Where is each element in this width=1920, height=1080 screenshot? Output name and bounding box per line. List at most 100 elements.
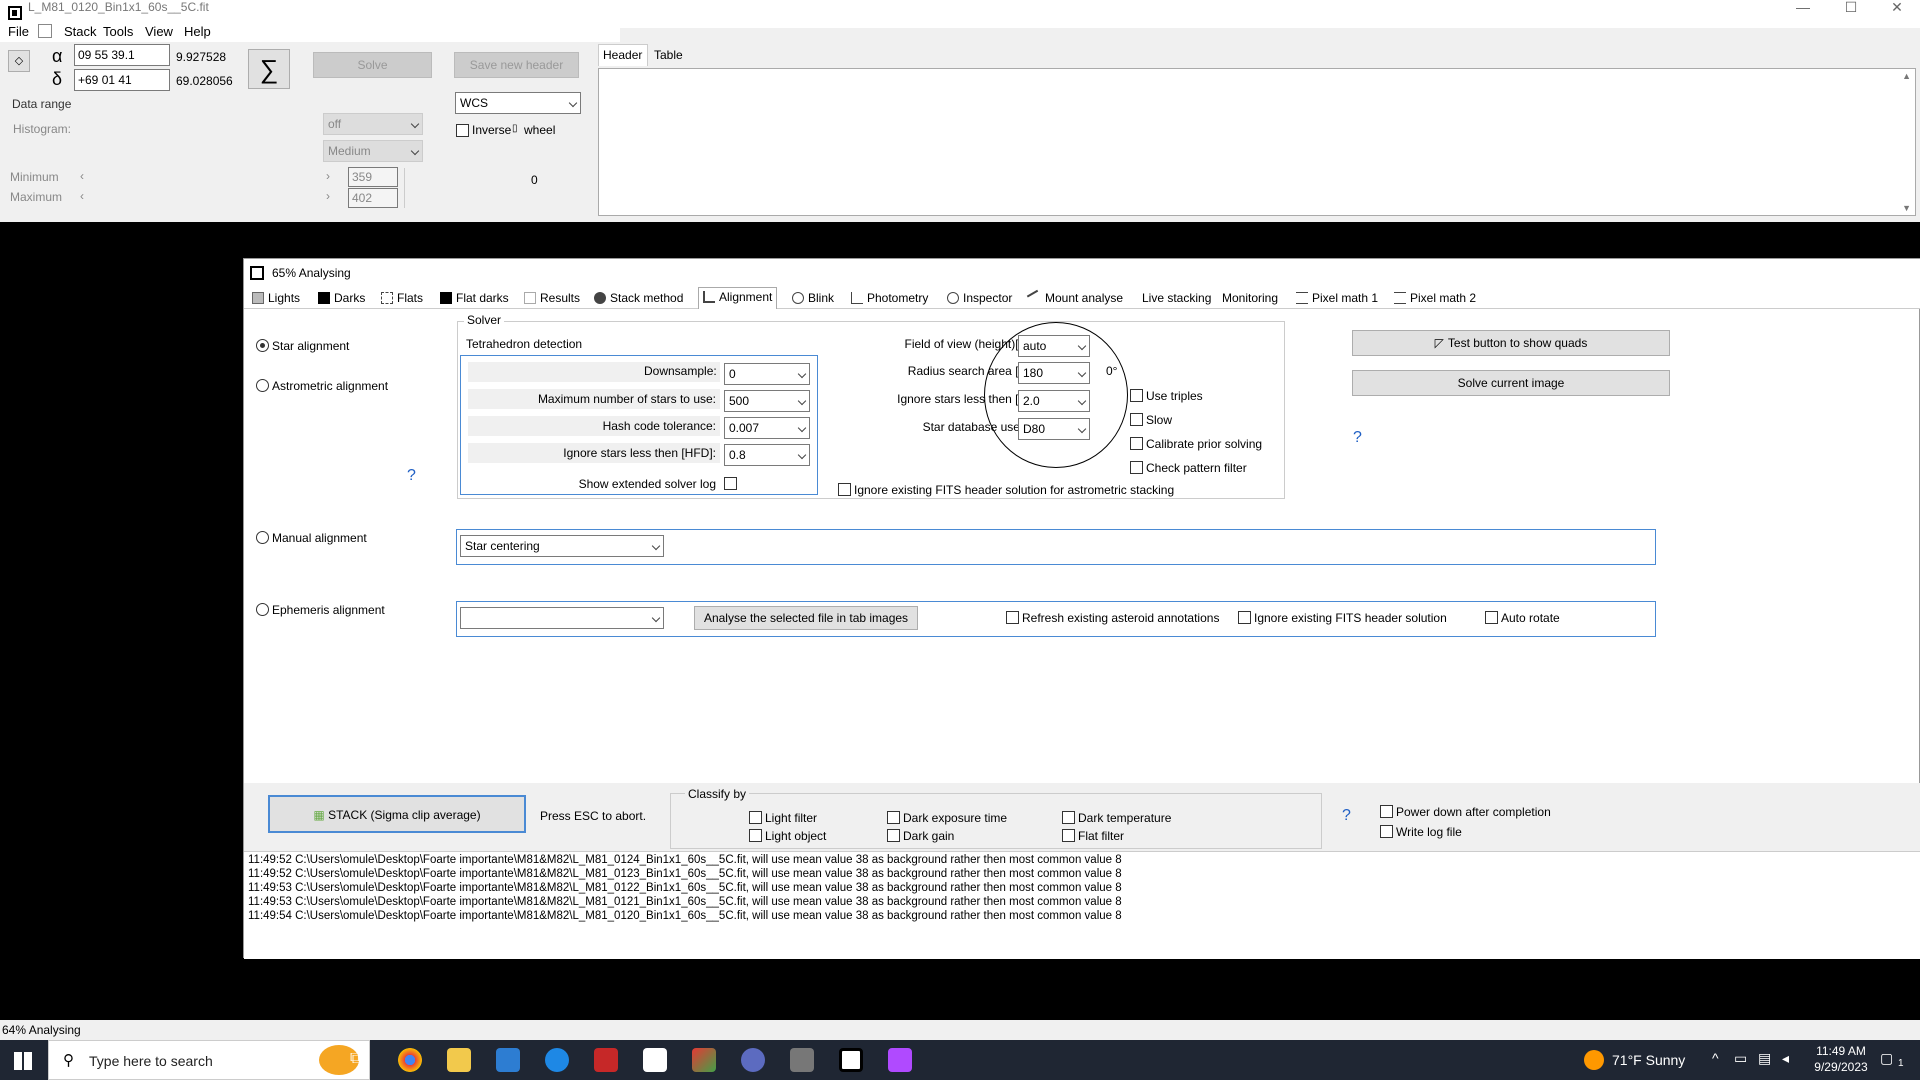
tab-inspector[interactable]: Inspector [947, 289, 1012, 309]
settings-app-icon[interactable] [790, 1048, 814, 1072]
menu-stack[interactable]: Stack [64, 24, 97, 39]
quality-select[interactable]: Medium [323, 140, 423, 162]
delta-input[interactable] [74, 69, 170, 91]
refresh-annotations-checkbox[interactable] [1006, 611, 1019, 624]
header-textarea[interactable]: ▲ ▼ [598, 68, 1916, 216]
chrome-icon[interactable] [398, 1048, 422, 1072]
dark-gain-checkbox[interactable] [887, 829, 900, 842]
light-filter-checkbox[interactable] [749, 811, 762, 824]
analyse-button[interactable]: Analyse the selected file in tab images [694, 606, 918, 630]
min-value[interactable]: 359 [348, 167, 398, 187]
alignment-help-icon[interactable]: ? [407, 467, 416, 485]
ephemeris-alignment-radio[interactable] [256, 603, 269, 616]
wps-icon[interactable] [888, 1048, 912, 1072]
astap-icon[interactable] [839, 1048, 863, 1072]
max-stars-select[interactable]: 500 [724, 390, 810, 412]
close-icon[interactable]: ✕ [1874, 0, 1920, 14]
use-triples-checkbox[interactable] [1130, 389, 1143, 402]
tab-mount-analyse[interactable]: Mount analyse [1026, 289, 1123, 309]
light-object-checkbox[interactable] [749, 829, 762, 842]
tab-blink[interactable]: Blink [792, 289, 834, 309]
clock-date[interactable]: 9/29/2023 [1806, 1060, 1876, 1074]
ignore-fits-checkbox[interactable] [838, 483, 851, 496]
dark-exposure-checkbox[interactable] [887, 811, 900, 824]
tab-darks[interactable]: Darks [318, 289, 365, 309]
tab-photometry[interactable]: Photometry [851, 289, 928, 309]
app-blue-icon[interactable] [545, 1048, 569, 1072]
tab-alignment[interactable]: Alignment [698, 287, 778, 309]
asi-icon[interactable] [594, 1048, 618, 1072]
tab-pixel-math-1[interactable]: Pixel math 1 [1296, 289, 1378, 309]
star-alignment-radio[interactable] [256, 339, 269, 352]
inverse-wheel-checkbox[interactable] [456, 124, 469, 137]
windows-start-icon[interactable] [14, 1052, 32, 1070]
test-quads-button[interactable]: ◸ Test button to show quads [1352, 330, 1670, 356]
save-header-button[interactable]: Save new header [454, 52, 579, 78]
check-pattern-checkbox[interactable] [1130, 461, 1143, 474]
ignore-hfd-select[interactable]: 0.8 [724, 444, 810, 466]
classify-help-icon[interactable]: ? [1342, 807, 1351, 825]
tab-header[interactable]: Header [598, 44, 648, 66]
astrometric-alignment-radio[interactable] [256, 379, 269, 392]
menu-file[interactable]: File [8, 24, 29, 39]
tab-table[interactable]: Table [650, 46, 690, 66]
notepad-icon[interactable] [643, 1048, 667, 1072]
ephem-ignore-fits-checkbox[interactable] [1238, 611, 1251, 624]
tray-chevron-icon[interactable]: ^ [1712, 1050, 1719, 1066]
scroll-down-icon[interactable]: ▼ [1902, 203, 1911, 213]
slow-checkbox[interactable] [1130, 413, 1143, 426]
maximize-icon[interactable]: ☐ [1828, 0, 1874, 14]
app-color-icon[interactable] [692, 1048, 716, 1072]
volume-icon[interactable]: ◂ [1782, 1050, 1789, 1067]
ephemeris-select[interactable] [460, 607, 664, 629]
flip-icon[interactable]: ◇ [8, 50, 30, 72]
min-slider-right-icon[interactable]: › [326, 169, 330, 183]
solve-current-button[interactable]: Solve current image [1352, 370, 1670, 396]
manual-mode-select[interactable]: Star centering [460, 535, 664, 557]
dark-temp-checkbox[interactable] [1062, 811, 1075, 824]
tab-pixel-math-2[interactable]: Pixel math 2 [1394, 289, 1476, 309]
power-down-checkbox[interactable] [1380, 805, 1393, 818]
stellarium-icon[interactable] [741, 1048, 765, 1072]
log-area[interactable]: 11:49:52 C:\Users\omule\Desktop\Foarte i… [244, 851, 1920, 959]
stack-button[interactable]: ▦ STACK (Sigma clip average) [268, 795, 526, 833]
menu-view[interactable]: View [145, 24, 173, 39]
range-slider[interactable] [404, 168, 414, 208]
write-log-checkbox[interactable] [1380, 825, 1393, 838]
ext-log-checkbox[interactable] [724, 477, 737, 490]
menu-tools[interactable]: Tools [103, 24, 133, 39]
minimize-icon[interactable]: — [1780, 0, 1826, 14]
notification-icon[interactable]: ▢ [1880, 1050, 1893, 1067]
tab-monitoring[interactable]: Monitoring [1222, 289, 1278, 309]
histogram-select[interactable]: off [323, 113, 423, 135]
solve-button[interactable]: Solve [313, 52, 432, 78]
tab-stack-method[interactable]: Stack method [594, 289, 683, 309]
tab-results[interactable]: Results [524, 289, 580, 309]
auto-rotate-checkbox[interactable] [1485, 611, 1498, 624]
min-slider-left-icon[interactable]: ‹ [80, 169, 84, 183]
solver-help-icon[interactable]: ? [1353, 429, 1362, 447]
sigma-button[interactable]: ∑ [248, 49, 290, 89]
tab-live-stacking[interactable]: Live stacking [1142, 289, 1211, 309]
search-box[interactable]: ⚲ Type here to search [48, 1040, 370, 1080]
max-slider-left-icon[interactable]: ‹ [80, 189, 84, 203]
manual-alignment-radio[interactable] [256, 531, 269, 544]
tab-flats[interactable]: Flats [381, 289, 423, 309]
weather-text[interactable]: 71°F Sunny [1612, 1052, 1685, 1068]
menu-help[interactable]: Help [184, 24, 211, 39]
tab-flat-darks[interactable]: Flat darks [440, 289, 509, 309]
meet-icon[interactable]: ▭ [1734, 1050, 1747, 1067]
mail-icon[interactable] [496, 1048, 520, 1072]
max-slider-right-icon[interactable]: › [326, 189, 330, 203]
tab-lights[interactable]: Lights [252, 289, 300, 309]
scroll-up-icon[interactable]: ▲ [1902, 71, 1911, 81]
flat-filter-checkbox[interactable] [1062, 829, 1075, 842]
network-icon[interactable]: ▤ [1758, 1050, 1771, 1067]
task-view-icon[interactable]: ⧉ [350, 1050, 361, 1068]
calibrate-checkbox[interactable] [1130, 437, 1143, 450]
max-value[interactable]: 402 [348, 188, 398, 208]
hash-select[interactable]: 0.007 [724, 417, 810, 439]
clock-time[interactable]: 11:49 AM [1806, 1044, 1876, 1058]
file-explorer-icon[interactable] [447, 1048, 471, 1072]
downsample-select[interactable]: 0 [724, 363, 810, 385]
